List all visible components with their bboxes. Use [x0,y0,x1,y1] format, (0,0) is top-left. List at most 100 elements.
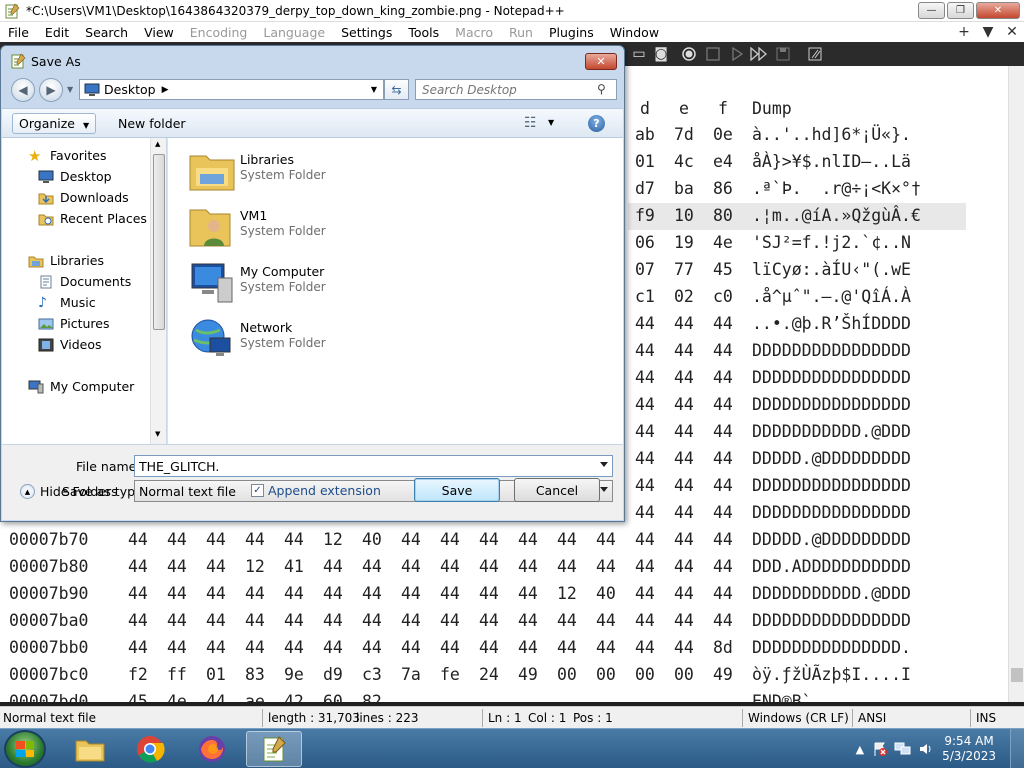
clock[interactable]: 9:54 AM 5/3/2023 [942,734,996,764]
menu-edit[interactable]: Edit [37,25,77,40]
nav-pictures[interactable]: Pictures [38,316,110,331]
menu-encoding[interactable]: Encoding [182,25,256,40]
hex-byte: 44 [635,584,655,603]
show-hidden-icons-icon[interactable]: ▲ [856,743,864,756]
back-button[interactable]: ◀ [11,78,35,102]
hex-byte: 44 [635,341,655,360]
address-bar[interactable]: Desktop ▶ ▼ [79,79,384,100]
minimize-button[interactable]: — [918,2,945,19]
file-item-my-computer[interactable]: My Computer System Folder [188,256,488,308]
taskbar-notepad-plus-plus[interactable] [246,731,302,767]
search-input[interactable] [415,79,617,100]
stop-macro-icon[interactable] [704,45,722,63]
menu-window[interactable]: Window [602,25,667,40]
nav-scrollbar[interactable]: ▲ ▼ [150,138,166,444]
nav-downloads[interactable]: Downloads [38,190,129,205]
macro-list-icon[interactable] [806,45,824,63]
window-title: *C:\Users\VM1\Desktop\1643864320379_derp… [26,3,565,18]
file-name-input[interactable]: THE_GLITCH. [134,455,613,477]
forward-button[interactable]: ▶ [39,78,63,102]
menu-settings[interactable]: Settings [333,25,400,40]
record-macro-icon[interactable] [680,45,698,63]
play-macro-icon[interactable] [728,45,746,63]
nav-desktop[interactable]: Desktop [38,169,112,184]
help-icon[interactable]: ? [588,115,605,132]
breadcrumb-arrow-icon[interactable]: ▶ [162,85,169,95]
menu-plugins[interactable]: Plugins [541,25,602,40]
hex-byte: 44 [674,530,694,549]
address-dropdown-icon[interactable]: ▼ [371,85,377,94]
hex-byte: 4c [674,152,694,171]
file-item-vm1[interactable]: VM1 System Folder [188,200,488,252]
taskbar-firefox[interactable] [184,731,240,767]
nav-favorites[interactable]: ★ Favorites [28,148,106,163]
nav-scroll-thumb[interactable] [153,154,165,330]
nav-documents[interactable]: Documents [38,274,131,289]
hex-row[interactable]: 00007bc0 f2 ff 01 83 9e d9 c3 7a fe 24 49 00 00 00 00 49… [0,662,1008,689]
show-desktop-button[interactable] [1010,729,1024,768]
nav-libraries[interactable]: Libraries [28,253,104,268]
new-folder-button[interactable]: New folder [118,116,186,131]
hex-byte: 00 [635,665,655,684]
save-type-dropdown-icon[interactable] [600,487,608,492]
hex-byte: 44 [713,530,733,549]
menu-macro[interactable]: Macro [447,25,501,40]
taskbar-chrome[interactable] [122,731,178,767]
restore-button[interactable]: ❐ [947,2,974,19]
hex-row[interactable]: 00007bb0 44 44 44 44 44 44 44 44 44 44 44 44 44 44 44 8d… [0,635,1008,662]
hide-folders-button[interactable]: ▲ Hide Folders [20,484,118,499]
scroll-down-icon[interactable]: ▼ [155,430,160,438]
menu-file[interactable]: File [0,25,37,40]
recent-pages-dropdown-icon[interactable]: ▼ [67,85,73,94]
scroll-thumb[interactable] [1011,668,1023,682]
view-options-icon[interactable]: ☷ [524,115,537,131]
editor-scrollbar[interactable] [1008,66,1024,702]
hex-row[interactable]: 00007b90 44 44 44 44 44 44 44 44 44 44 44 12 40 44 44 44… [0,581,1008,608]
organize-button[interactable]: Organize ▼ [12,113,97,134]
hex-byte: 44 [713,449,733,468]
save-macro-icon[interactable] [774,45,792,63]
cancel-button[interactable]: Cancel [514,478,600,502]
file-name-dropdown-icon[interactable] [600,462,608,467]
network-icon[interactable] [894,741,912,757]
append-extension-checkbox[interactable]: ✓ Append extension [251,483,381,498]
hex-byte: 44 [713,341,733,360]
nav-videos[interactable]: Videos [38,337,102,352]
dialog-close-button[interactable]: ✕ [585,53,617,70]
menu-run[interactable]: Run [501,25,541,40]
hide-folders-label: Hide Folders [40,484,118,499]
hex-byte: 44 [713,557,733,576]
volume-icon[interactable] [918,741,934,757]
hex-row[interactable]: 00007ba0 44 44 44 44 44 44 44 44 44 44 44 44 44 44 44 44… [0,608,1008,635]
close-button[interactable]: ✕ [976,2,1020,19]
menu-view[interactable]: View [136,25,182,40]
taskbar-explorer[interactable] [62,731,118,767]
hex-dump-text: DDDDDDDDDDDDDDDD [752,611,911,630]
hex-row[interactable]: 00007bd0 45 4e 44 ae 42 60 82 END®B`‚ [0,689,1008,702]
nav-music[interactable]: ♪ Music [38,295,96,310]
tab-list-icon[interactable]: ▼ [976,24,1000,40]
desktop-icon [84,83,100,96]
hex-row[interactable]: f9 10 80 .¦m..@íA.»QžgùÂ.€ [628,203,966,230]
hex-byte: 80 [713,206,733,225]
view-dropdown-icon[interactable]: ▼ [548,118,554,127]
save-button[interactable]: Save [414,478,500,502]
monitor-icon[interactable]: ▭ [630,45,648,63]
search-icon[interactable]: ⚲ [597,82,606,96]
menu-search[interactable]: Search [77,25,136,40]
camera-icon[interactable]: ◙ [652,45,670,63]
refresh-button[interactable]: ⇆ [384,79,409,100]
scroll-up-icon[interactable]: ▲ [155,140,160,148]
nav-my-computer[interactable]: My Computer [28,379,134,394]
menu-tools[interactable]: Tools [400,25,447,40]
menu-language[interactable]: Language [255,25,333,40]
new-tab-icon[interactable]: + [952,24,976,40]
close-doc-icon[interactable]: ✕ [1000,24,1024,40]
start-button[interactable] [4,730,46,768]
file-item-network[interactable]: Network System Folder [188,312,488,364]
run-macro-multiple-icon[interactable] [750,45,768,63]
file-item-libraries[interactable]: Libraries System Folder [188,144,488,196]
action-center-flag-icon[interactable] [872,741,888,757]
hex-byte: 44 [206,638,226,657]
nav-recent-places[interactable]: Recent Places [38,211,147,226]
